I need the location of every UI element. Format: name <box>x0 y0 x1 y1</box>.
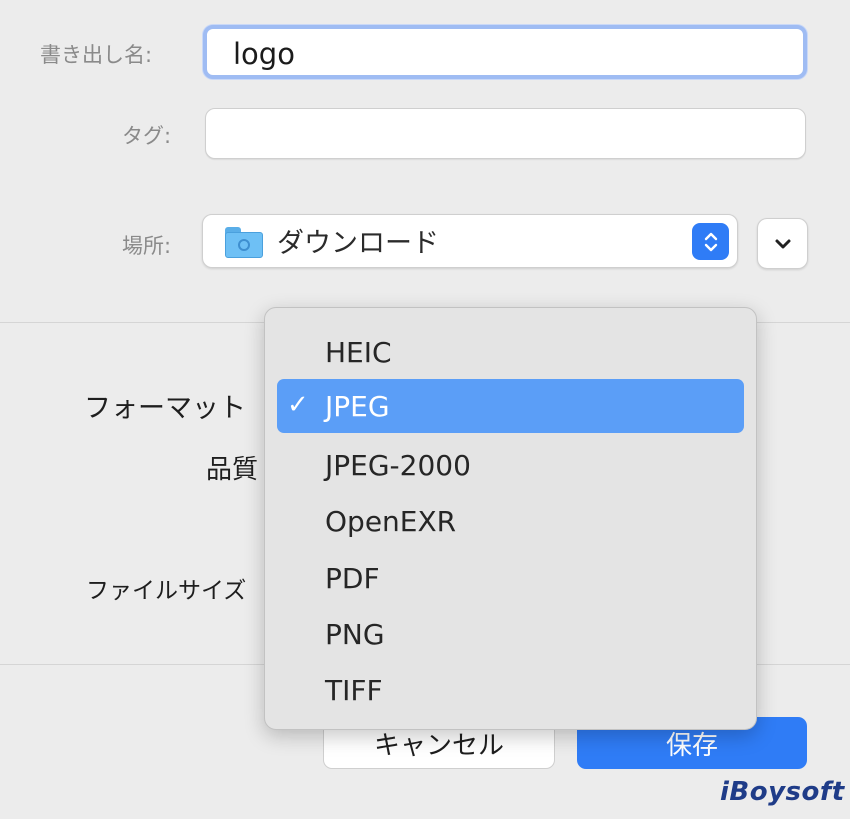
location-label: 場所: <box>122 234 172 258</box>
name-label: 書き出し名: <box>40 43 153 67</box>
menu-item-jpeg[interactable]: ✓ JPEG <box>277 379 744 433</box>
location-popup-button[interactable]: ダウンロード <box>202 214 738 268</box>
checkmark-icon: ✓ <box>287 390 309 420</box>
menu-item-label: PNG <box>325 617 385 651</box>
menu-item-label: JPEG-2000 <box>325 448 471 482</box>
watermark-logo: iBoysoft <box>720 777 845 807</box>
menu-item-jpeg-2000[interactable]: JPEG-2000 <box>277 438 744 492</box>
menu-item-heic[interactable]: HEIC <box>277 325 744 379</box>
folder-icon <box>225 225 265 259</box>
stepper-updown-icon[interactable] <box>692 223 729 260</box>
format-dropdown-menu: HEIC ✓ JPEG JPEG-2000 OpenEXR PDF PNG TI… <box>264 307 757 730</box>
chevron-down-icon <box>775 239 790 248</box>
menu-item-openexr[interactable]: OpenEXR <box>277 494 744 548</box>
menu-item-label: JPEG <box>325 389 390 423</box>
menu-item-label: OpenEXR <box>325 504 457 538</box>
menu-item-label: PDF <box>325 561 380 595</box>
quality-label: 品質 <box>206 455 259 485</box>
tags-input[interactable] <box>205 108 806 159</box>
menu-item-pdf[interactable]: PDF <box>277 551 744 605</box>
menu-item-tiff[interactable]: TIFF <box>277 663 744 717</box>
filesize-label: ファイルサイズ <box>86 578 247 604</box>
menu-item-label: TIFF <box>325 673 383 707</box>
format-label: フォーマット <box>84 393 246 424</box>
name-input[interactable]: logo <box>203 25 807 79</box>
menu-item-label: HEIC <box>325 335 392 369</box>
menu-item-png[interactable]: PNG <box>277 607 744 661</box>
tags-label: タグ: <box>122 124 172 148</box>
expand-button[interactable] <box>757 218 808 269</box>
location-value: ダウンロード <box>277 228 439 259</box>
